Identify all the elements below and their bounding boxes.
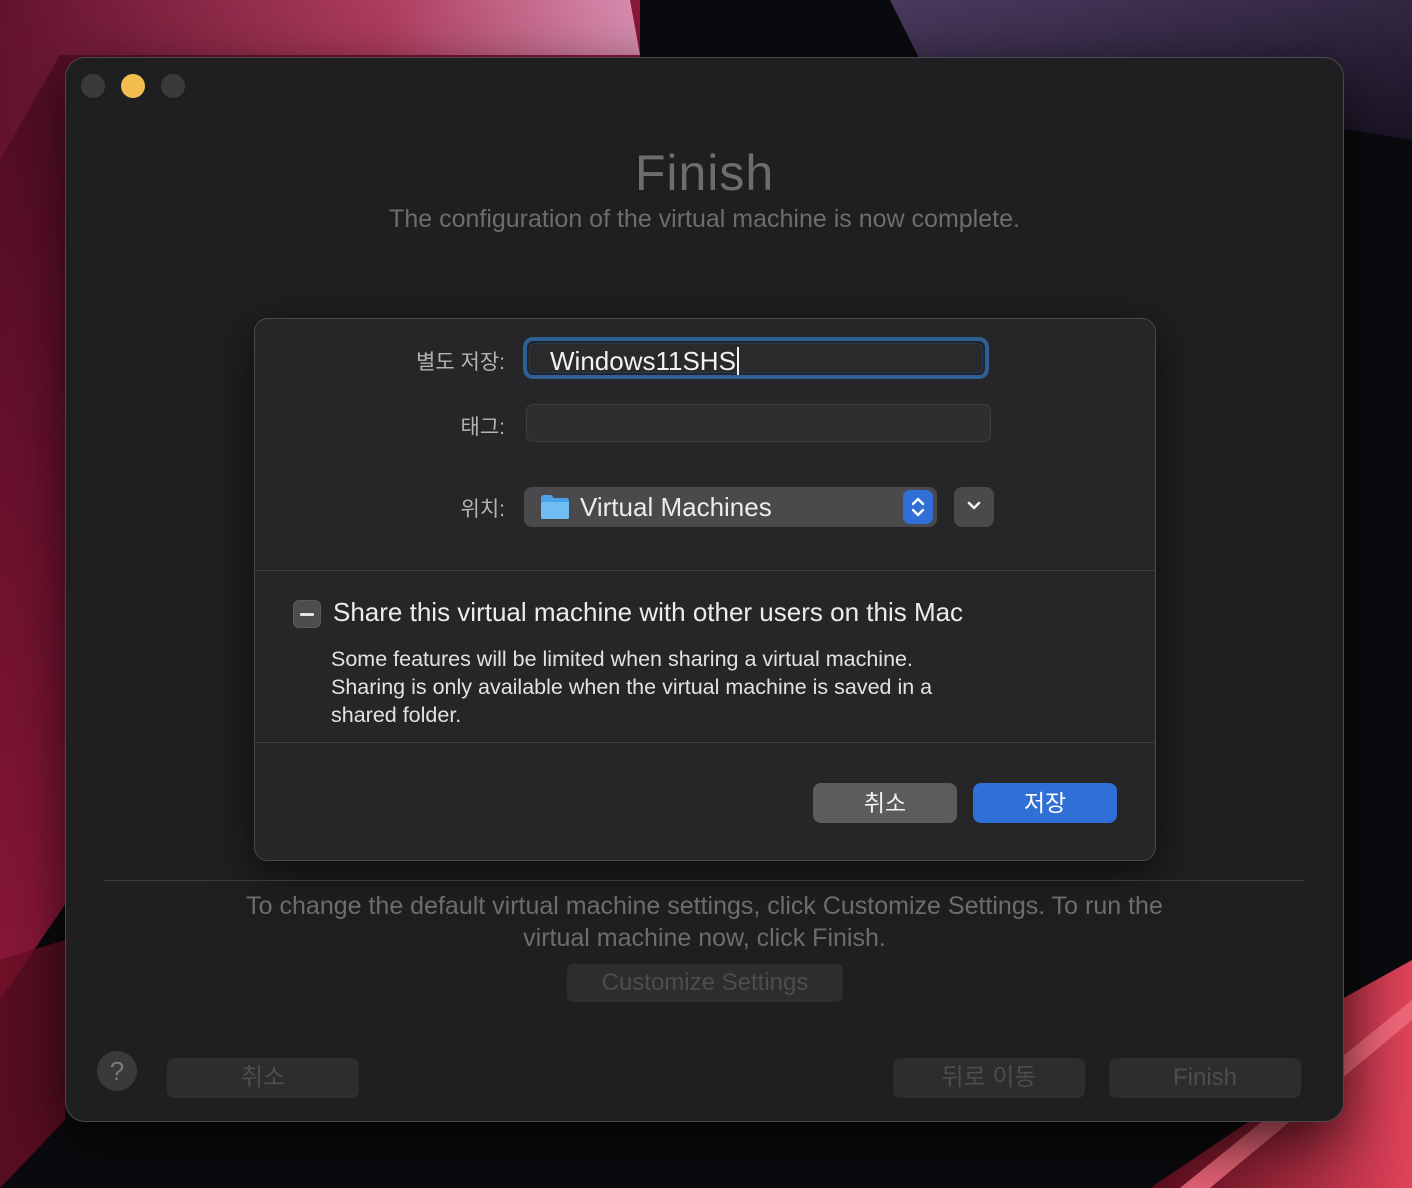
minimize-button[interactable] — [121, 74, 145, 98]
tags-label: 태그: — [460, 416, 505, 439]
up-down-chevron-icon — [903, 490, 933, 524]
sheet-divider — [255, 570, 1155, 571]
window-divider — [104, 880, 1305, 881]
share-description: Some features will be limited when shari… — [331, 645, 1011, 729]
sheet-divider — [255, 742, 1155, 743]
save-as-label: 별도 저장: — [416, 351, 505, 374]
zoom-button[interactable] — [161, 74, 185, 98]
folder-icon — [541, 495, 569, 519]
expand-browser-button[interactable] — [954, 487, 994, 527]
page-title: Finish — [634, 145, 775, 201]
chevron-down-icon — [967, 501, 981, 510]
cancel-button[interactable]: 취소 — [167, 1058, 359, 1098]
info-text-line: To change the default virtual machine se… — [246, 892, 1163, 920]
location-label: 위치: — [460, 498, 505, 521]
sheet-save-button[interactable]: 저장 — [973, 783, 1117, 823]
tags-field[interactable] — [526, 404, 991, 442]
save-as-value: Windows11SHS — [550, 346, 736, 376]
save-as-field-text[interactable]: Windows11SHS — [529, 343, 983, 376]
close-button[interactable] — [81, 74, 105, 98]
finish-button[interactable]: Finish — [1109, 1058, 1301, 1098]
customize-settings-button[interactable]: Customize Settings — [567, 964, 843, 1002]
mixed-dash-icon — [300, 613, 314, 616]
page-subtitle: The configuration of the virtual machine… — [389, 205, 1020, 233]
window-controls — [81, 74, 185, 98]
info-text: To change the default virtual machine se… — [126, 890, 1283, 954]
location-popup-button[interactable]: Virtual Machines — [524, 487, 937, 527]
save-as-field[interactable]: Windows11SHS — [523, 337, 989, 379]
share-description-line: Sharing is only available when the virtu… — [331, 675, 933, 699]
text-caret — [736, 347, 739, 375]
save-as-sheet: 별도 저장: Windows11SHS 태그: 위치: Virtual Mach… — [254, 318, 1156, 861]
info-text-line: virtual machine now, click Finish. — [523, 924, 886, 952]
location-value: Virtual Machines — [580, 492, 772, 522]
share-checkbox[interactable] — [293, 600, 321, 628]
share-checkbox-label[interactable]: Share this virtual machine with other us… — [333, 597, 963, 628]
share-description-line: Some features will be limited when shari… — [331, 647, 913, 671]
new-vm-assistant-window: Finish The configuration of the virtual … — [65, 57, 1344, 1122]
sheet-cancel-button[interactable]: 취소 — [813, 783, 957, 823]
share-description-line: shared folder. — [331, 703, 462, 727]
help-button[interactable]: ? — [97, 1051, 137, 1091]
go-back-button[interactable]: 뒤로 이동 — [893, 1058, 1085, 1098]
